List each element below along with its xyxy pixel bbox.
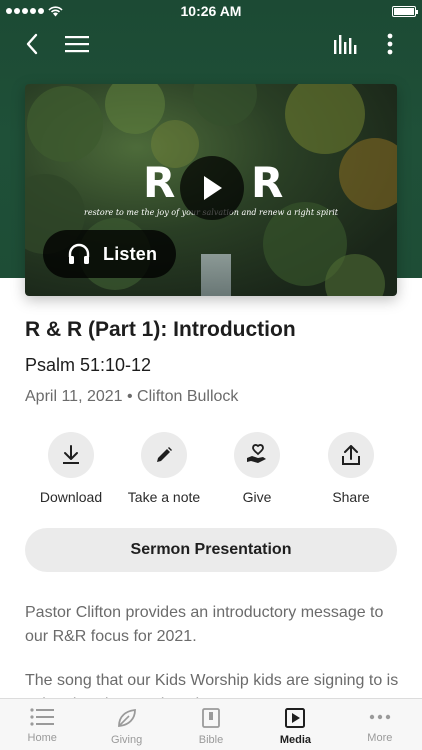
- tab-more[interactable]: More: [338, 699, 422, 750]
- tab-home-label: Home: [27, 732, 57, 744]
- tab-giving[interactable]: Giving: [84, 699, 168, 750]
- more-dots-icon: [369, 714, 391, 720]
- listen-label: Listen: [103, 243, 158, 264]
- play-icon: [204, 176, 222, 200]
- bible-icon: [202, 708, 220, 728]
- equalizer-icon: [334, 35, 357, 54]
- menu-button[interactable]: [61, 28, 93, 60]
- media-play-icon: [285, 708, 306, 728]
- back-button[interactable]: [16, 28, 48, 60]
- take-note-button[interactable]: Take a note: [114, 432, 214, 505]
- status-bar: 10:26 AM: [0, 0, 422, 22]
- wifi-icon: [48, 5, 63, 16]
- action-row: Download Take a note Give Share: [0, 432, 422, 512]
- download-button[interactable]: Download: [21, 432, 121, 505]
- sermon-presentation-button[interactable]: Sermon Presentation: [25, 528, 397, 572]
- download-circle: [48, 432, 94, 478]
- download-label: Download: [39, 489, 103, 505]
- download-icon: [63, 445, 79, 464]
- give-hand-heart-icon: [247, 444, 266, 463]
- tab-media-label: Media: [279, 734, 312, 746]
- play-button[interactable]: [180, 156, 244, 220]
- more-vertical-icon: [387, 33, 393, 55]
- chevron-left-icon: [26, 33, 38, 55]
- take-note-label: Take a note: [127, 489, 201, 505]
- share-button[interactable]: Share: [301, 432, 401, 505]
- status-left: [6, 5, 96, 17]
- give-button[interactable]: Give: [207, 432, 307, 505]
- pencil-icon: [157, 447, 172, 462]
- share-icon: [342, 445, 360, 465]
- tab-home[interactable]: Home: [0, 699, 84, 750]
- leaf-icon: [117, 708, 136, 727]
- bottom-tab-bar: Home Giving Bible Media More: [0, 698, 422, 750]
- share-circle: [328, 432, 374, 478]
- battery-icon: [391, 5, 418, 17]
- sermon-title: R & R (Part 1): Introduction: [25, 318, 296, 341]
- tab-bible[interactable]: Bible: [169, 699, 253, 750]
- artwork-letter-left: R: [143, 158, 176, 207]
- tab-media[interactable]: Media: [253, 699, 337, 750]
- take-note-circle: [141, 432, 187, 478]
- share-label: Share: [332, 489, 370, 505]
- tab-more-label: More: [367, 732, 393, 744]
- sermon-scripture: Psalm 51:10-12: [25, 355, 152, 375]
- hamburger-icon: [65, 36, 89, 53]
- list-icon: [30, 708, 55, 726]
- overflow-menu-button[interactable]: [374, 28, 406, 60]
- audio-levels-button[interactable]: [329, 28, 361, 60]
- tab-giving-label: Giving: [111, 734, 143, 746]
- give-label: Give: [242, 489, 272, 505]
- sermon-date-speaker: April 11, 2021 • Clifton Bullock: [25, 388, 239, 405]
- headphones-icon: [68, 243, 90, 264]
- listen-button[interactable]: Listen: [43, 230, 176, 278]
- status-right: [326, 5, 418, 17]
- status-time: 10:26 AM: [180, 3, 242, 19]
- top-nav: [0, 24, 422, 64]
- artwork-letter-right: R: [251, 158, 284, 207]
- sermon-artwork[interactable]: R R restore to me the joy of your salvat…: [25, 84, 397, 296]
- artwork-path: [201, 254, 231, 296]
- give-circle: [234, 432, 280, 478]
- description-paragraph-1: Pastor Clifton provides an introductory …: [25, 604, 384, 645]
- signal-icon: [6, 8, 44, 14]
- tab-bible-label: Bible: [198, 734, 224, 746]
